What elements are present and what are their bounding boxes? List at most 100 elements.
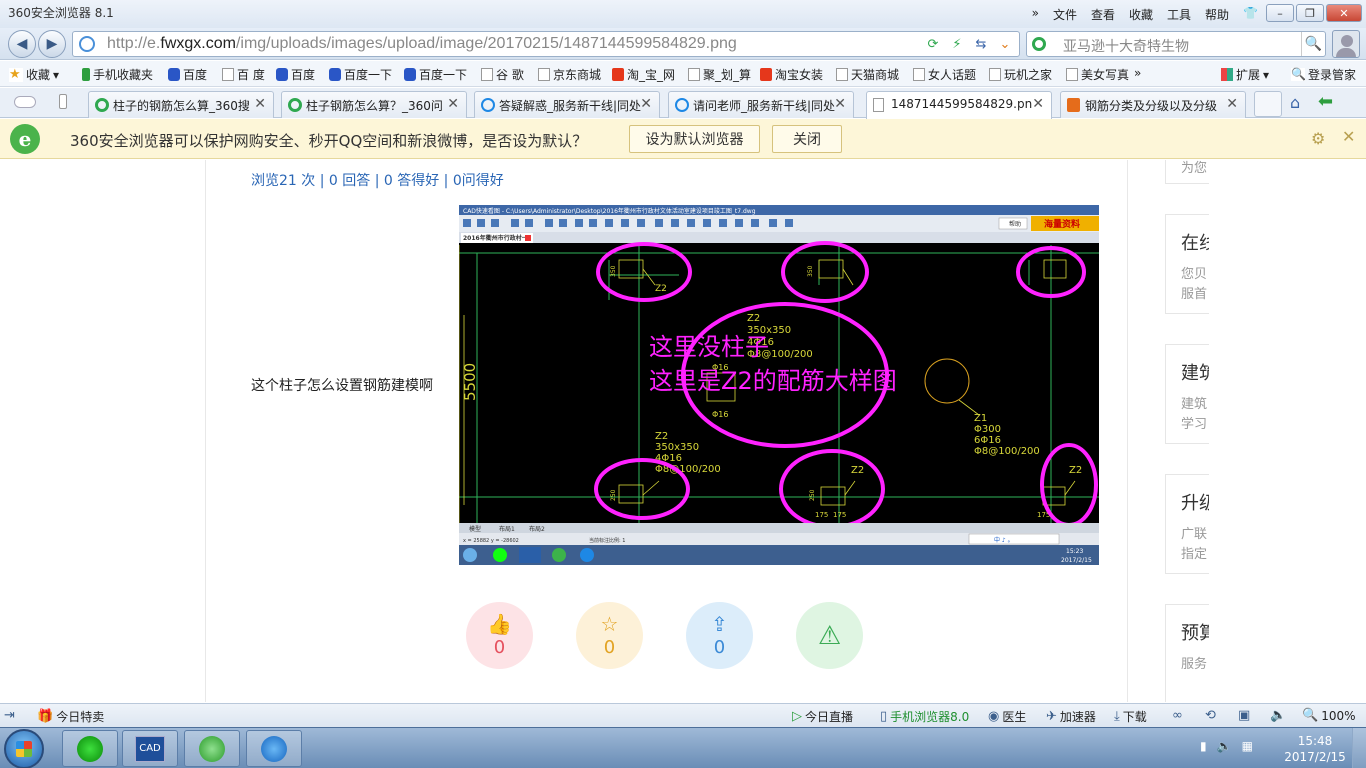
sidebar-card[interactable]: 预算 服务 (1165, 604, 1209, 702)
taskbar-app-cad[interactable]: CAD (122, 730, 178, 767)
favorite-button[interactable]: ☆ 0 (576, 602, 643, 669)
title-bar: 360安全浏览器 8.1 » 文件 查看 收藏 工具 帮助 👕 – ❐ ✕ (0, 0, 1366, 28)
bookmark-item[interactable]: 淘_宝_网 (612, 66, 675, 83)
bookmark-item[interactable]: 聚_划_算 (688, 66, 751, 83)
volume-icon[interactable]: 🔈 (1270, 708, 1286, 723)
download-button[interactable]: ⤓ 下载 (1114, 708, 1147, 725)
question-stats[interactable]: 浏览21 次 | 0 回答 | 0 答得好 | 0问得好 (251, 170, 504, 190)
user-avatar[interactable] (1332, 30, 1360, 58)
bookmark-item[interactable]: 天猫商城 (836, 66, 899, 83)
tab-close-icon[interactable]: ✕ (640, 96, 652, 112)
tab-close-icon[interactable]: ✕ (834, 96, 846, 112)
bookmark-item[interactable]: 百度 (168, 66, 207, 83)
sidebar-card[interactable]: 在线 您贝 服首 (1165, 214, 1209, 314)
bookmark-item[interactable]: 谷 歌 (481, 66, 524, 83)
like-button[interactable]: 👍 0 (466, 602, 533, 669)
bookmarks-more-button[interactable]: » (1134, 66, 1141, 80)
bookmark-favorites[interactable]: ★ 收藏 ▾ (9, 66, 59, 83)
volume-icon[interactable]: 🔈 (1217, 739, 1232, 753)
baidu-paw-icon (404, 68, 416, 81)
tab-item[interactable]: 钢筋分类及分级以及分级 ✕ (1060, 91, 1246, 118)
show-desktop-button[interactable] (1352, 728, 1366, 768)
tab-item[interactable]: 柱子钢筋怎么算？_360问 ✕ (281, 91, 467, 118)
back-arrow-icon: ◀ (16, 36, 28, 52)
bookmark-item[interactable]: 玩机之家 (989, 66, 1052, 83)
tab-close-icon[interactable]: ✕ (254, 96, 266, 112)
live-button[interactable]: ▷ 今日直播 (792, 708, 853, 725)
accelerator-button[interactable]: ✈ 加速器 (1046, 708, 1096, 725)
menu-favorites[interactable]: 收藏 (1129, 6, 1153, 23)
new-tab-button[interactable] (1254, 91, 1282, 117)
bookmark-item[interactable]: 淘宝女装 (760, 66, 823, 83)
address-input[interactable]: http://e.fwxgx.com/img/uploads/images/up… (72, 31, 1020, 57)
tab-close-icon[interactable]: ✕ (1226, 96, 1238, 112)
compat-mode-icon[interactable]: ⇆ (971, 34, 991, 54)
tab-item[interactable]: 请问老师_服务新干线|同处 ✕ (668, 91, 854, 118)
tab-close-icon[interactable]: ✕ (1032, 96, 1044, 112)
close-window-button[interactable]: ✕ (1326, 4, 1362, 22)
site-info-icon[interactable] (79, 36, 95, 52)
cad-screenshot-image[interactable]: CAD快速看图 - C:\Users\Administrator\Desktop… (459, 205, 1099, 565)
dropdown-chevron-icon[interactable]: ⌄ (995, 34, 1015, 54)
close-icon[interactable]: ✕ (1342, 127, 1355, 146)
cloud-icon[interactable] (14, 96, 36, 108)
gear-icon[interactable]: ⚙ (1311, 129, 1325, 148)
refresh-icon[interactable]: ⟲ (1205, 708, 1216, 723)
search-engine-icon[interactable] (1032, 37, 1046, 51)
search-text: 亚马逊十大奇特生物 (1063, 39, 1189, 55)
bookmark-item[interactable]: 手机收藏夹 (82, 66, 153, 83)
report-button[interactable]: ⚠ (796, 602, 863, 669)
undo-close-icon[interactable]: ⬅ (1318, 91, 1333, 112)
sidebar-card[interactable]: 升级 广联 指定 (1165, 474, 1209, 574)
menu-help[interactable]: 帮助 (1205, 6, 1229, 23)
taskbar-app-cloud[interactable] (62, 730, 118, 767)
bookmark-item[interactable]: 女人话题 (913, 66, 976, 83)
mobile-icon[interactable] (59, 94, 67, 109)
bookmark-item[interactable]: 京东商城 (538, 66, 601, 83)
search-input[interactable]: 亚马逊十大奇特生物 🔍 (1026, 31, 1326, 57)
taskbar-clock[interactable]: 15:48 2017/2/15 (1284, 733, 1346, 765)
minimize-button[interactable]: – (1266, 4, 1294, 22)
speed-mode-icon[interactable]: ⚡ (947, 34, 967, 54)
maximize-button[interactable]: ❐ (1296, 4, 1324, 22)
daily-deals-button[interactable]: 🎁 今日特卖 (37, 708, 104, 725)
menu-more[interactable]: » (1032, 6, 1039, 23)
tab-item-active[interactable]: 1487144599584829.pn ✕ (866, 91, 1052, 119)
exit-icon[interactable]: ⇥ (4, 708, 15, 723)
mobile-browser-button[interactable]: ▯ 手机浏览器8.0 (880, 708, 969, 725)
refresh-icon[interactable]: ⟳ (923, 34, 943, 54)
bookmark-item[interactable]: 百度一下 (329, 66, 392, 83)
share-button[interactable]: ⇪ 0 (686, 602, 753, 669)
menu-file[interactable]: 文件 (1053, 6, 1077, 23)
bookmark-item[interactable]: 百 度 (222, 66, 265, 83)
window-icon[interactable]: ▣ (1238, 708, 1250, 723)
zoom-control[interactable]: 🔍 100% (1302, 708, 1356, 723)
bookmark-item[interactable]: 美女写真 (1066, 66, 1129, 83)
network-icon[interactable]: ▦ (1242, 739, 1253, 753)
menu-tools[interactable]: 工具 (1167, 6, 1191, 23)
search-button[interactable]: 🔍 (1301, 32, 1325, 56)
back-button[interactable]: ◀ (8, 30, 36, 58)
notify-close-button[interactable]: 关闭 (772, 125, 842, 153)
tab-item[interactable]: 柱子的钢筋怎么算_360搜 ✕ (88, 91, 274, 118)
forward-button[interactable]: ▶ (38, 30, 66, 58)
glasses-icon[interactable]: ∞ (1172, 708, 1183, 723)
home-icon[interactable]: ⌂ (1290, 93, 1300, 112)
bookmark-item[interactable]: 百度一下 (404, 66, 467, 83)
signal-icon[interactable]: ▮ (1200, 739, 1207, 753)
star-icon: ★ (9, 67, 23, 82)
menu-view[interactable]: 查看 (1091, 6, 1115, 23)
skin-icon[interactable]: 👕 (1243, 6, 1258, 23)
tab-close-icon[interactable]: ✕ (447, 96, 459, 112)
taskbar-app-teamviewer[interactable] (246, 730, 302, 767)
sidebar-card[interactable]: 建筑 建筑 学习 (1165, 344, 1209, 444)
bookmark-item[interactable]: 百度 (276, 66, 315, 83)
login-button[interactable]: 🔍 登录管家 (1291, 66, 1356, 83)
tab-item[interactable]: 答疑解惑_服务新干线|同处 ✕ (474, 91, 660, 118)
set-default-button[interactable]: 设为默认浏览器 (629, 125, 760, 153)
doctor-button[interactable]: ◉ 医生 (988, 708, 1026, 725)
start-button[interactable] (4, 729, 44, 768)
taskbar-app-360browser[interactable] (184, 730, 240, 767)
sidebar-card[interactable]: 为您 (1165, 160, 1209, 184)
extensions-button[interactable]: 扩展 ▾ (1221, 66, 1269, 83)
